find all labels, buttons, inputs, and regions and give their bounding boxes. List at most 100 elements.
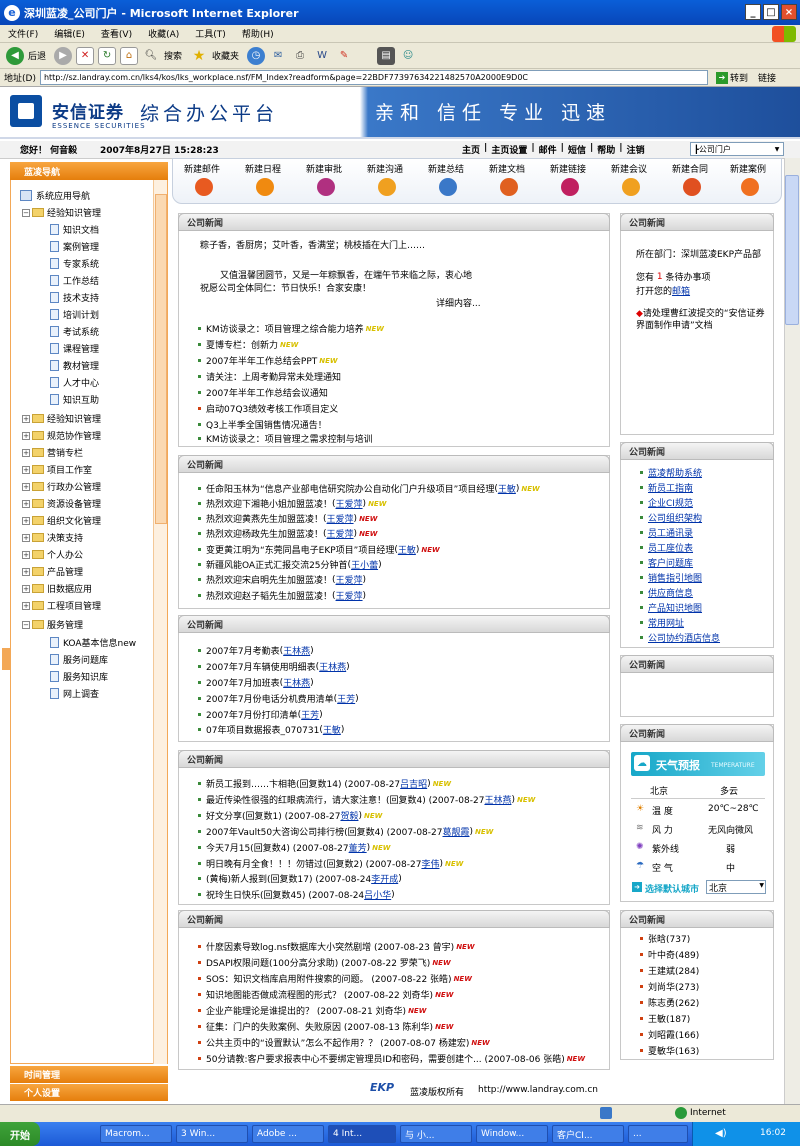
- taskbar-button[interactable]: Adobe ...: [252, 1125, 324, 1143]
- tree-leaf[interactable]: 知识文档: [50, 223, 99, 236]
- plus-icon[interactable]: +: [22, 499, 30, 508]
- menu-help[interactable]: 帮助(H): [234, 27, 282, 40]
- tree-folder[interactable]: + 产品管理: [22, 565, 83, 578]
- plus-icon[interactable]: +: [22, 431, 30, 440]
- tree-folder[interactable]: − 服务管理: [22, 618, 83, 631]
- tree-leaf[interactable]: 教材管理: [50, 359, 99, 372]
- new-mail-icon[interactable]: [195, 178, 213, 196]
- new-document-icon[interactable]: [500, 178, 518, 196]
- list-item[interactable]: 50分请教:客户要求报表中心不要绑定管理员ID和密码，需要创建个... (200…: [198, 1052, 585, 1065]
- new-link-button[interactable]: 新建链接: [538, 162, 598, 175]
- tree-leaf[interactable]: 网上调查: [50, 687, 99, 700]
- plus-icon[interactable]: +: [22, 550, 30, 559]
- list-item[interactable]: 征集：门户的失败案例、失败原因 (2007-08-13 陈利华) NEW: [198, 1020, 453, 1033]
- item-link[interactable]: 供应商信息: [648, 586, 693, 599]
- new-link-icon[interactable]: [561, 178, 579, 196]
- item-author[interactable]: 王爱萍: [327, 527, 354, 540]
- list-item[interactable]: (黄梅)新人报到(回复数17) (2007-08-24 李开成): [198, 872, 402, 885]
- sidebar-collapse-handle[interactable]: [2, 648, 10, 670]
- tree-leaf[interactable]: 培训计划: [50, 308, 99, 321]
- favorites-star-icon[interactable]: ★: [190, 47, 208, 65]
- tree-leaf[interactable]: 人才中心: [50, 376, 99, 389]
- search-icon[interactable]: 🔍︎: [142, 47, 160, 65]
- ranking-item[interactable]: 刘尚华(273): [640, 980, 699, 993]
- maximize-button[interactable]: □: [763, 4, 779, 20]
- tree-folder[interactable]: + 项目工作室: [22, 463, 92, 476]
- tree-leaf[interactable]: 技术支持: [50, 291, 99, 304]
- list-item[interactable]: 请关注：上周考勤异常未处理通知: [198, 370, 341, 383]
- list-item[interactable]: 热烈欢迎下湘艳小姐加盟蓝凌！(王爱萍) NEW: [198, 497, 386, 510]
- item-link[interactable]: 销售指引地图: [648, 571, 702, 584]
- list-item[interactable]: 员工通讯录: [640, 526, 693, 539]
- tree-folder[interactable]: + 营销专栏: [22, 446, 83, 459]
- list-item[interactable]: 公司组织架构: [640, 511, 702, 524]
- item-link[interactable]: 员工座位表: [648, 541, 693, 554]
- window-title-bar[interactable]: e 深圳蓝凌_公司门户 - Microsoft Internet Explore…: [0, 0, 800, 25]
- list-item[interactable]: 热烈欢迎赵子韬先生加盟蓝凌！(王爱萍): [198, 589, 366, 602]
- tree-folder[interactable]: − 经验知识管理: [22, 206, 101, 219]
- scrollbar-thumb[interactable]: [155, 194, 167, 524]
- refresh-icon[interactable]: ↻: [98, 46, 117, 65]
- new-schedule-button[interactable]: 新建日程: [233, 162, 293, 175]
- taskbar-button[interactable]: 客户CI...: [552, 1125, 624, 1143]
- sidebar-scrollbar[interactable]: [153, 180, 167, 1064]
- item-author[interactable]: 王敏: [323, 723, 341, 736]
- plus-icon[interactable]: +: [22, 567, 30, 576]
- search-button[interactable]: 搜索: [164, 49, 182, 62]
- list-item[interactable]: 公司协约酒店信息: [640, 631, 720, 644]
- new-case-icon[interactable]: [741, 178, 759, 196]
- link-home[interactable]: 主页: [458, 143, 484, 156]
- new-communication-button[interactable]: 新建沟通: [355, 162, 415, 175]
- tree-folder[interactable]: + 规范协作管理: [22, 429, 101, 442]
- messenger-icon[interactable]: ☺: [399, 47, 417, 65]
- tree-folder[interactable]: + 行政办公管理: [22, 480, 101, 493]
- list-item[interactable]: 供应商信息: [640, 586, 693, 599]
- taskbar-button-active[interactable]: 4 Int...: [328, 1125, 396, 1143]
- list-item[interactable]: 2007年半年工作总结会议通知: [198, 386, 328, 399]
- approval-notice[interactable]: ◆请处理曹红波提交的“安信证券界面制作申请”文档: [636, 308, 770, 332]
- item-link[interactable]: 企业CI规范: [648, 496, 693, 509]
- item-author[interactable]: 李开成: [371, 872, 398, 885]
- edit-icon[interactable]: W: [313, 47, 331, 65]
- list-item[interactable]: 热烈欢迎杨政先生加盟蓝凌！(王爱萍) NEW: [198, 527, 377, 540]
- list-item[interactable]: 客户问题库: [640, 556, 693, 569]
- item-link[interactable]: 公司协约酒店信息: [648, 631, 720, 644]
- list-item[interactable]: 热烈欢迎宋启明先生加盟蓝凌！(王爱萍): [198, 573, 366, 586]
- list-item[interactable]: 启动07Q3绩效考核工作项目定义: [198, 402, 338, 415]
- taskbar-button[interactable]: Macrom...: [100, 1125, 172, 1143]
- new-mail-button[interactable]: 新建邮件: [172, 162, 232, 175]
- forward-arrow-icon[interactable]: ▶: [54, 46, 73, 65]
- go-arrow-icon[interactable]: ➔: [715, 71, 728, 84]
- item-link[interactable]: 新员工指南: [648, 481, 693, 494]
- list-item[interactable]: 公共主页中的“设置默认”怎么不起作用？？ (2007-08-07 杨建宏) NEW: [198, 1036, 490, 1049]
- list-item[interactable]: 夏博专栏：创新力 NEW: [198, 338, 298, 351]
- tree-leaf[interactable]: 案例管理: [50, 240, 99, 253]
- plus-icon[interactable]: +: [22, 516, 30, 525]
- tree-folder[interactable]: + 个人办公: [22, 548, 83, 561]
- todo-count[interactable]: 1: [657, 272, 663, 282]
- item-author[interactable]: 葛靓霞: [443, 825, 470, 838]
- item-author[interactable]: 王爱萍: [336, 589, 363, 602]
- list-item[interactable]: 新员工报到……卞相艳(回复数14) (2007-08-27 吕吉昭) NEW: [198, 777, 451, 790]
- tree-leaf[interactable]: 专家系统: [50, 257, 99, 270]
- menu-edit[interactable]: 编辑(E): [46, 27, 93, 40]
- item-link[interactable]: 客户问题库: [648, 556, 693, 569]
- list-item[interactable]: 任命阳玉林为“信息产业部电信研究院办公自动化门户升级项目”项目经理(王敏) NEW: [198, 482, 540, 495]
- item-link[interactable]: 公司组织架构: [648, 511, 702, 524]
- new-communication-icon[interactable]: [378, 178, 396, 196]
- link-logout[interactable]: 注销: [623, 143, 649, 156]
- list-item[interactable]: 什麽因素导致log.nsf数据库大小突然剧增 (2007-08-23 曾宇) NE…: [198, 940, 475, 953]
- new-summary-icon[interactable]: [439, 178, 457, 196]
- new-schedule-icon[interactable]: [256, 178, 274, 196]
- links-button[interactable]: 链接: [758, 71, 776, 84]
- new-contract-button[interactable]: 新建合同: [660, 162, 720, 175]
- link-help[interactable]: 帮助: [593, 143, 619, 156]
- new-meeting-button[interactable]: 新建会议: [599, 162, 659, 175]
- item-author[interactable]: 王林燕: [283, 676, 310, 689]
- ranking-item[interactable]: 王建斌(284): [640, 964, 699, 977]
- back-button[interactable]: 后退: [28, 49, 46, 62]
- tree-leaf[interactable]: KOA基本信息new: [50, 636, 136, 649]
- link-mail[interactable]: 邮件: [535, 143, 561, 156]
- research-icon[interactable]: ▤: [377, 46, 396, 65]
- list-item[interactable]: KM访谈录之：项目管理之需求控制与培训: [198, 432, 373, 445]
